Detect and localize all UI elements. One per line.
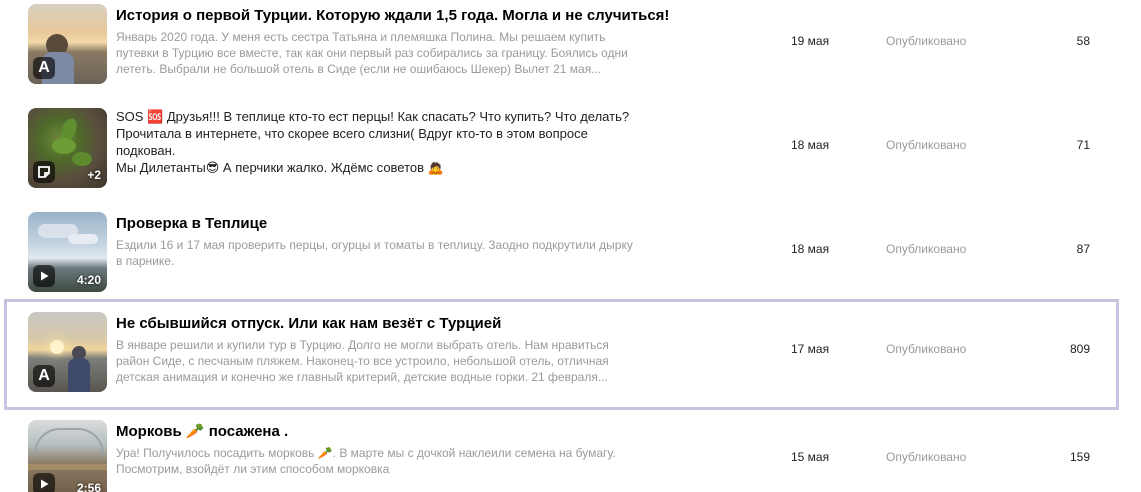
post-status: Опубликовано bbox=[886, 138, 967, 152]
post-row[interactable]: A История о первой Турции. Которую ждали… bbox=[0, 0, 1141, 104]
post-row[interactable]: 2:56 Морковь 🥕 посажена . Ура! Получилос… bbox=[0, 416, 1141, 492]
post-date: 18 мая bbox=[791, 138, 830, 152]
video-duration: 2:56 bbox=[76, 481, 101, 492]
post-thumbnail[interactable]: 4:20 bbox=[28, 212, 107, 292]
post-thumbnail[interactable]: 2:56 bbox=[28, 420, 107, 492]
play-icon bbox=[33, 265, 55, 287]
video-duration: 4:20 bbox=[76, 273, 101, 287]
post-text-line[interactable]: Мы Дилетанты😎 А перчики жалко. Ждёмс сов… bbox=[116, 159, 636, 176]
post-snippet: Ездили 16 и 17 мая проверить перцы, огур… bbox=[116, 238, 633, 268]
post-views: 809 bbox=[1069, 342, 1090, 356]
post-thumbnail[interactable]: +2 bbox=[28, 108, 107, 188]
post-status: Опубликовано bbox=[886, 450, 967, 464]
post-date: 15 мая bbox=[791, 450, 830, 464]
post-status: Опубликовано bbox=[886, 242, 967, 256]
post-views: 159 bbox=[1069, 450, 1090, 464]
post-thumbnail[interactable]: A bbox=[28, 312, 107, 392]
post-text-line[interactable]: SOS 🆘 Друзья!!! В теплице кто-то ест пер… bbox=[116, 108, 636, 125]
post-row[interactable]: 4:20 Проверка в Теплице Ездили 16 и 17 м… bbox=[0, 208, 1141, 312]
post-views: 71 bbox=[1076, 138, 1090, 152]
post-date: 17 мая bbox=[791, 342, 830, 356]
post-text-line[interactable]: Прочитала в интернете, что скорее всего … bbox=[116, 125, 636, 159]
note-icon bbox=[33, 161, 55, 183]
post-snippet: Ура! Получилось посадить морковь 🥕. В ма… bbox=[116, 446, 616, 476]
post-snippet: В январе решили и купили тур в Турцию. Д… bbox=[116, 338, 609, 384]
post-views: 87 bbox=[1076, 242, 1090, 256]
post-status: Опубликовано bbox=[886, 342, 967, 356]
post-snippet: Январь 2020 года. У меня есть сестра Тат… bbox=[116, 30, 628, 76]
post-title[interactable]: Морковь 🥕 посажена . bbox=[116, 422, 636, 442]
post-thumbnail[interactable]: A bbox=[28, 4, 107, 84]
play-icon bbox=[33, 473, 55, 492]
publications-list: A История о первой Турции. Которую ждали… bbox=[0, 0, 1141, 492]
post-date: 19 мая bbox=[791, 34, 830, 48]
post-title[interactable]: История о первой Турции. Которую ждали 1… bbox=[116, 6, 669, 26]
article-icon: A bbox=[33, 365, 55, 387]
post-title[interactable]: Не сбывшийся отпуск. Или как нам везёт с… bbox=[116, 314, 636, 334]
post-date: 18 мая bbox=[791, 242, 830, 256]
post-row[interactable]: +2 SOS 🆘 Друзья!!! В теплице кто-то ест … bbox=[0, 104, 1141, 208]
post-title[interactable]: Проверка в Теплице bbox=[116, 214, 636, 234]
article-icon: A bbox=[33, 57, 55, 79]
post-status: Опубликовано bbox=[886, 34, 967, 48]
post-row-selected[interactable]: A Не сбывшийся отпуск. Или как нам везёт… bbox=[4, 299, 1119, 410]
post-views: 58 bbox=[1076, 34, 1090, 48]
extra-images-count: +2 bbox=[87, 168, 101, 182]
